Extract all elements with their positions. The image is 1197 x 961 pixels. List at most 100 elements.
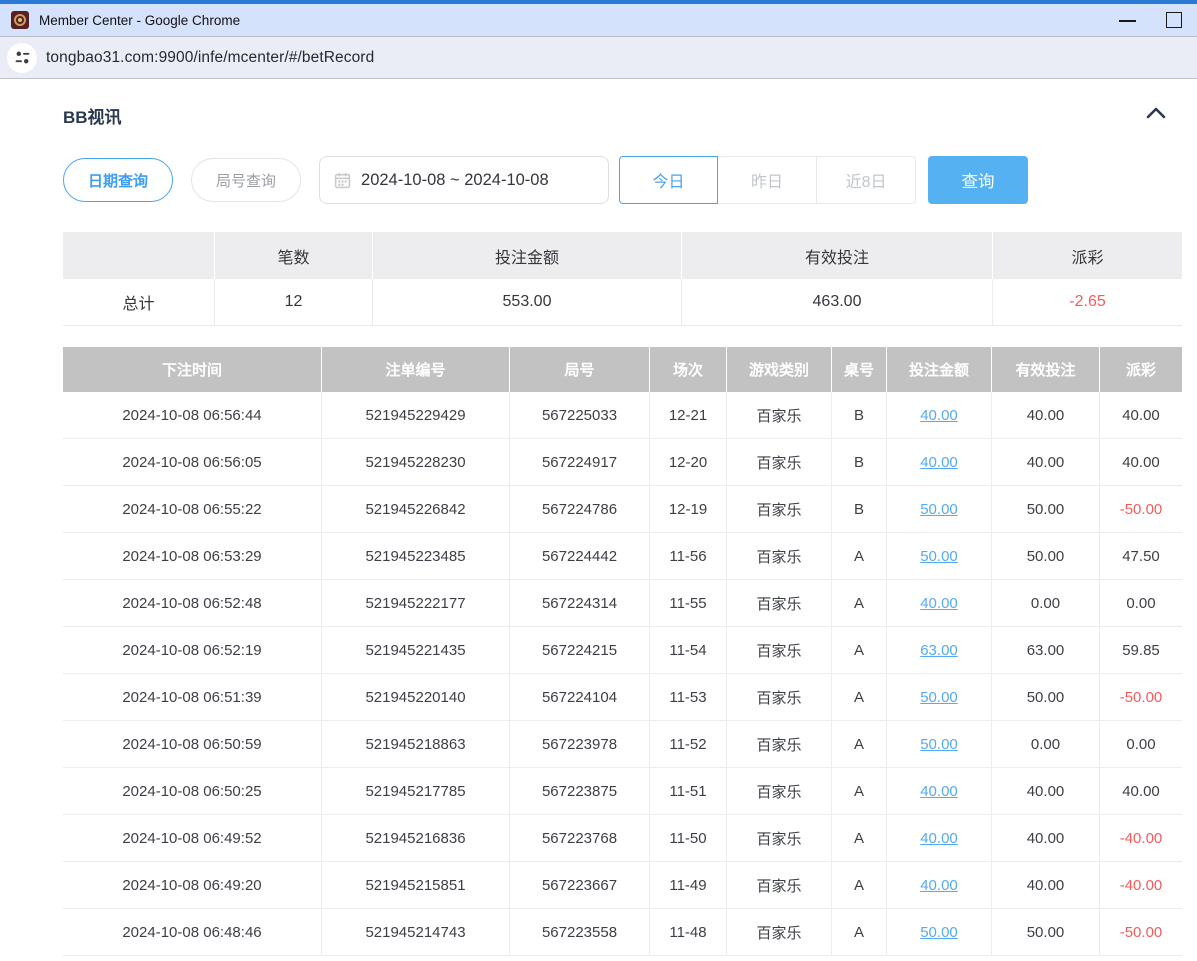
cell-bet-time: 2024-10-08 06:48:46 <box>63 909 322 956</box>
cell-session: 11-55 <box>650 580 727 627</box>
cell-game-type: 百家乐 <box>727 862 832 909</box>
table-row: 2024-10-08 06:52:48521945222177567224314… <box>63 580 1182 627</box>
summary-table: 笔数 投注金额 有效投注 派彩 总计 12 553.00 463.00 -2.6… <box>63 232 1182 326</box>
cell-bet-time: 2024-10-08 06:49:20 <box>63 862 322 909</box>
filter-toolbar: 日期查询 局号查询 <box>63 156 1182 204</box>
maximize-icon[interactable] <box>1151 4 1197 36</box>
cell-round-id: 567223768 <box>510 815 650 862</box>
date-range-input[interactable]: 2024-10-08 ~ 2024-10-08 <box>319 156 609 204</box>
summary-total-valid-bet: 463.00 <box>682 279 993 326</box>
round-query-tab[interactable]: 局号查询 <box>191 158 301 202</box>
cell-bet-time: 2024-10-08 06:51:39 <box>63 674 322 721</box>
cell-round-id: 567224917 <box>510 439 650 486</box>
cell-payout: -50.00 <box>1100 674 1182 721</box>
bet-amount-link[interactable]: 50.00 <box>920 548 958 565</box>
cell-game-type: 百家乐 <box>727 768 832 815</box>
address-bar[interactable]: tongbao31.com:9900/infe/mcenter/#/betRec… <box>0 36 1197 79</box>
yesterday-button[interactable]: 昨日 <box>718 156 817 204</box>
cell-order-id: 521945220140 <box>322 674 510 721</box>
cell-round-id: 567224314 <box>510 580 650 627</box>
last-8-days-button[interactable]: 近8日 <box>817 156 916 204</box>
cell-table-no: A <box>832 721 887 768</box>
cell-game-type: 百家乐 <box>727 439 832 486</box>
cell-order-id: 521945222177 <box>322 580 510 627</box>
cell-game-type: 百家乐 <box>727 815 832 862</box>
site-settings-icon[interactable] <box>7 43 37 73</box>
url-text[interactable]: tongbao31.com:9900/infe/mcenter/#/betRec… <box>46 49 374 67</box>
cell-round-id: 567224215 <box>510 627 650 674</box>
cell-bet-time: 2024-10-08 06:55:22 <box>63 486 322 533</box>
cell-valid-bet: 50.00 <box>992 486 1100 533</box>
header-payout: 派彩 <box>1100 347 1182 392</box>
cell-valid-bet: 40.00 <box>992 815 1100 862</box>
summary-header-blank <box>63 232 215 279</box>
window-controls <box>1105 4 1197 36</box>
bet-amount-link[interactable]: 40.00 <box>920 595 958 612</box>
cell-bet-time: 2024-10-08 06:49:52 <box>63 815 322 862</box>
cell-payout: -40.00 <box>1100 862 1182 909</box>
cell-game-type: 百家乐 <box>727 627 832 674</box>
bet-amount-link[interactable]: 63.00 <box>920 642 958 659</box>
bet-amount-link[interactable]: 40.00 <box>920 454 958 471</box>
cell-bet-amount: 40.00 <box>887 392 992 439</box>
date-range-value: 2024-10-08 ~ 2024-10-08 <box>361 171 549 190</box>
bet-amount-link[interactable]: 40.00 <box>920 830 958 847</box>
table-row: 2024-10-08 06:52:19521945221435567224215… <box>63 627 1182 674</box>
cell-bet-time: 2024-10-08 06:52:19 <box>63 627 322 674</box>
page-content: BB视讯 日期查询 局号查询 <box>0 79 1197 956</box>
bet-amount-link[interactable]: 40.00 <box>920 407 958 424</box>
summary-total-payout: -2.65 <box>993 279 1182 326</box>
header-bet-amount: 投注金额 <box>887 347 992 392</box>
minimize-icon[interactable] <box>1105 4 1151 36</box>
search-button[interactable]: 查询 <box>928 156 1028 204</box>
cell-bet-amount: 50.00 <box>887 909 992 956</box>
table-row: 2024-10-08 06:49:20521945215851567223667… <box>63 862 1182 909</box>
cell-valid-bet: 63.00 <box>992 627 1100 674</box>
date-query-tab[interactable]: 日期查询 <box>63 158 173 202</box>
cell-valid-bet: 0.00 <box>992 721 1100 768</box>
bet-amount-link[interactable]: 50.00 <box>920 689 958 706</box>
cell-payout: 0.00 <box>1100 721 1182 768</box>
summary-header-row: 笔数 投注金额 有效投注 派彩 <box>63 232 1182 279</box>
cell-bet-time: 2024-10-08 06:50:59 <box>63 721 322 768</box>
cell-game-type: 百家乐 <box>727 674 832 721</box>
cell-table-no: A <box>832 580 887 627</box>
page-title: BB视讯 <box>63 103 122 128</box>
bet-amount-link[interactable]: 50.00 <box>920 736 958 753</box>
table-row: 2024-10-08 06:50:59521945218863567223978… <box>63 721 1182 768</box>
cell-payout: 0.00 <box>1100 580 1182 627</box>
cell-bet-amount: 40.00 <box>887 580 992 627</box>
summary-header-count: 笔数 <box>215 232 373 279</box>
summary-total-count: 12 <box>215 279 373 326</box>
header-bet-time: 下注时间 <box>63 347 322 392</box>
summary-header-bet-amount: 投注金额 <box>373 232 682 279</box>
bet-amount-link[interactable]: 40.00 <box>920 877 958 894</box>
cell-order-id: 521945216836 <box>322 815 510 862</box>
bet-amount-link[interactable]: 50.00 <box>920 924 958 941</box>
cell-valid-bet: 40.00 <box>992 439 1100 486</box>
window-titlebar: Member Center - Google Chrome <box>0 0 1197 36</box>
cell-table-no: B <box>832 439 887 486</box>
bet-amount-link[interactable]: 40.00 <box>920 783 958 800</box>
bet-amount-link[interactable]: 50.00 <box>920 501 958 518</box>
cell-bet-amount: 63.00 <box>887 627 992 674</box>
chevron-up-icon[interactable] <box>1144 105 1168 126</box>
cell-round-id: 567223558 <box>510 909 650 956</box>
cell-session: 12-20 <box>650 439 727 486</box>
casino-chip-favicon-icon <box>11 11 29 29</box>
cell-payout: -50.00 <box>1100 486 1182 533</box>
cell-table-no: A <box>832 909 887 956</box>
cell-order-id: 521945228230 <box>322 439 510 486</box>
cell-bet-amount: 40.00 <box>887 439 992 486</box>
header-table-no: 桌号 <box>832 347 887 392</box>
header-game-type: 游戏类别 <box>727 347 832 392</box>
cell-payout: 40.00 <box>1100 768 1182 815</box>
today-button[interactable]: 今日 <box>619 156 718 204</box>
cell-round-id: 567223667 <box>510 862 650 909</box>
cell-payout: 40.00 <box>1100 439 1182 486</box>
header-session: 场次 <box>650 347 727 392</box>
cell-bet-time: 2024-10-08 06:56:44 <box>63 392 322 439</box>
cell-valid-bet: 40.00 <box>992 862 1100 909</box>
calendar-icon <box>334 172 351 189</box>
bet-table-body: 2024-10-08 06:56:44521945229429567225033… <box>63 392 1182 956</box>
